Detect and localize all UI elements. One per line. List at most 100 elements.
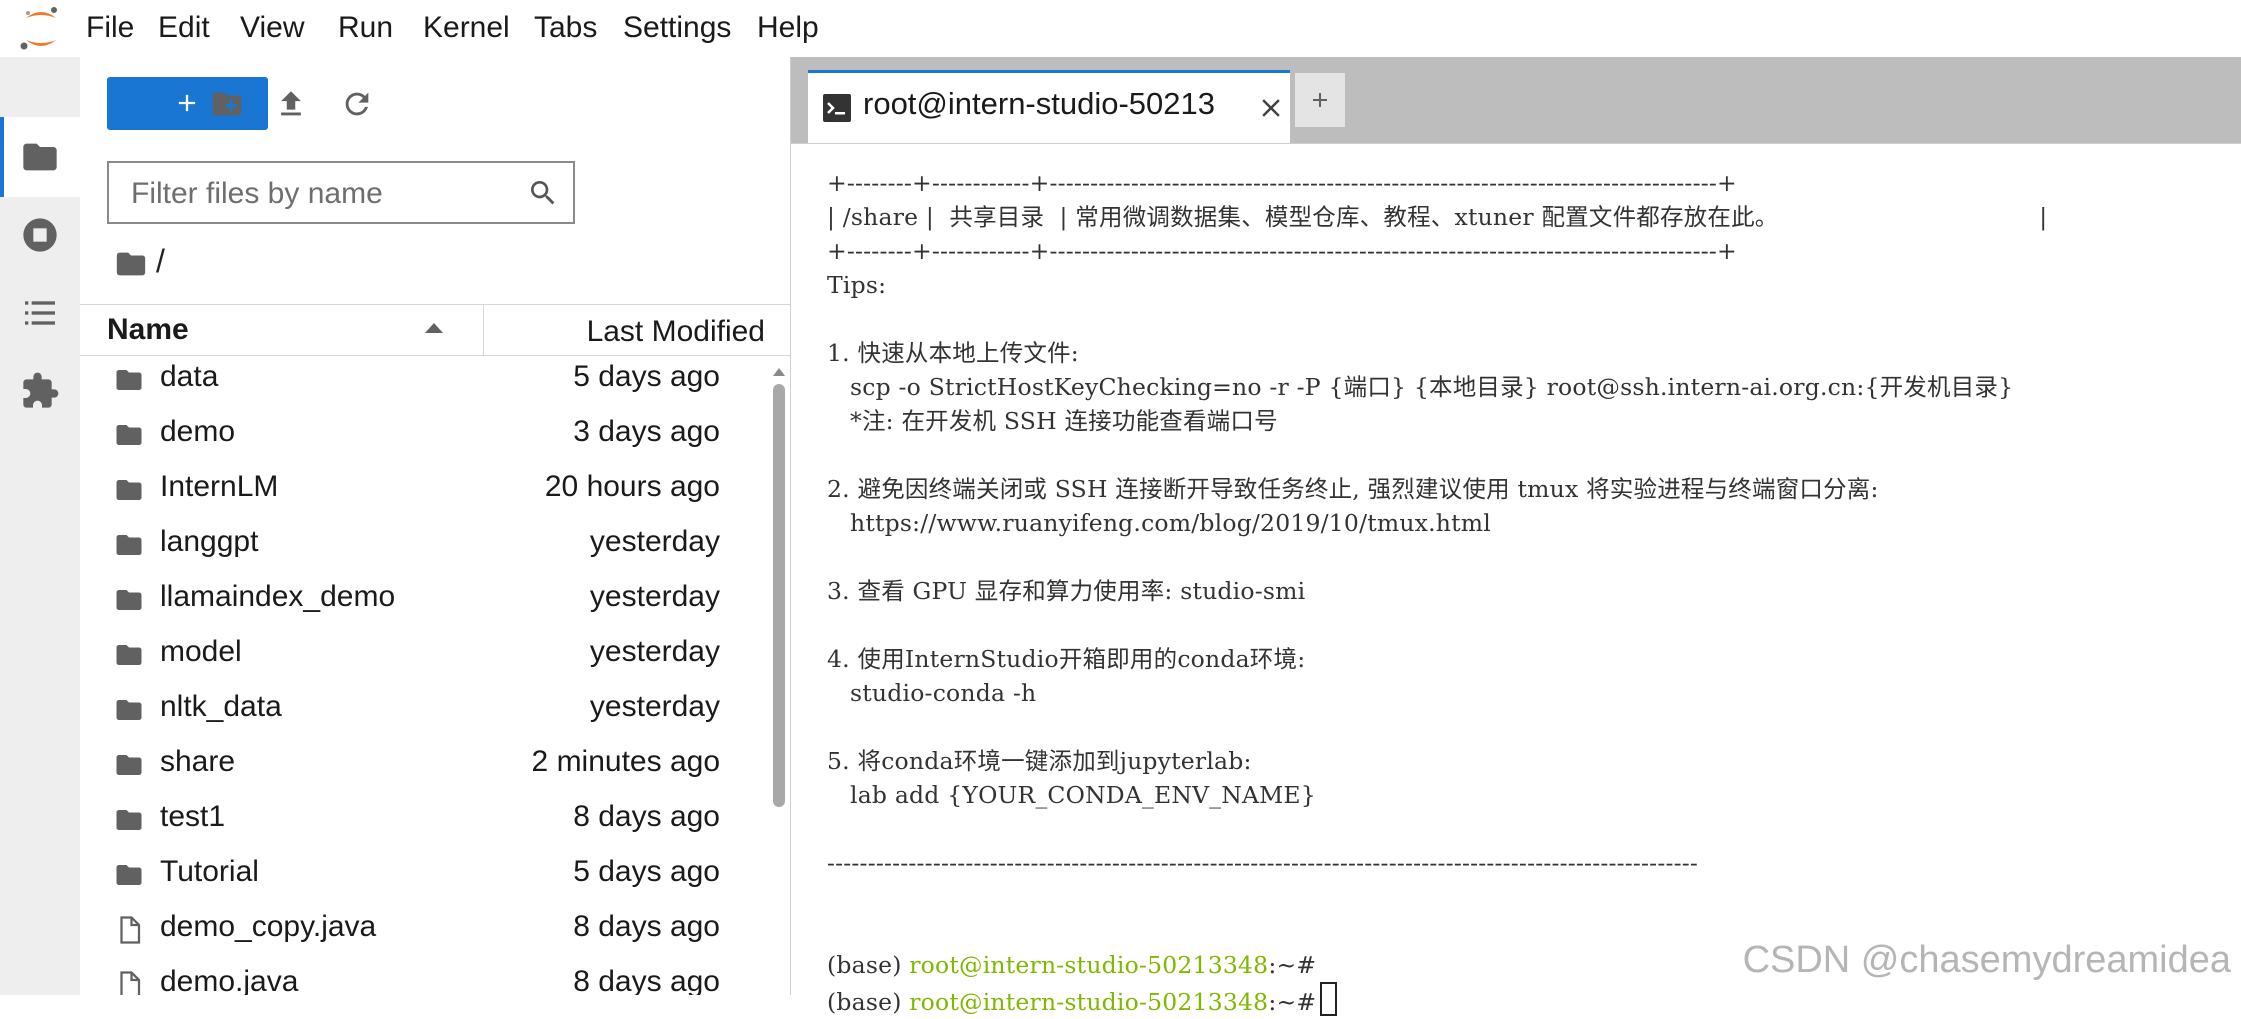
file-browser-tab[interactable] <box>0 117 80 197</box>
prompt-tail: :~# <box>1268 988 1317 1016</box>
menu-tabs[interactable]: Tabs <box>534 8 597 48</box>
scroll-up-arrow[interactable] <box>773 368 785 376</box>
terminal-icon <box>823 94 851 122</box>
list-icon <box>25 301 55 325</box>
file-name: demo_copy.java <box>160 910 377 943</box>
table-border-top: +--------+------------+-----------------… <box>827 169 1737 197</box>
file-name: langgpt <box>160 525 259 558</box>
table-of-contents-tab[interactable] <box>0 273 80 353</box>
folder-icon <box>23 143 57 171</box>
file-row[interactable]: InternLM 20 hours ago <box>80 462 770 517</box>
file-row[interactable]: data 5 days ago <box>80 356 770 407</box>
terminal-line: ----------------------------------------… <box>827 849 1699 877</box>
folder-icon <box>116 810 142 830</box>
file-row[interactable]: Tutorial 5 days ago <box>80 847 770 902</box>
listing-header: Name Last Modified <box>80 304 790 356</box>
folder-icon <box>116 370 142 390</box>
menu-edit[interactable]: Edit <box>158 8 210 48</box>
file-name: demo <box>160 415 236 448</box>
file-modified: yesterday <box>589 525 720 558</box>
file-modified: yesterday <box>589 635 720 668</box>
watermark: CSDN @chasemydreamidea <box>1742 939 2231 981</box>
folder-icon <box>116 755 142 775</box>
terminal-line: 3. 查看 GPU 显存和算力使用率: studio-smi <box>827 577 1306 605</box>
file-list: data 5 days ago demo 3 days ago InternLM 20 h… <box>80 356 770 995</box>
folder-icon <box>116 700 142 720</box>
filter-files-input[interactable] <box>129 173 523 215</box>
activity-bar <box>0 57 81 995</box>
folder-icon <box>116 480 142 500</box>
menu-view[interactable]: View <box>240 8 304 48</box>
tab-bar: root@intern-studio-50213 <box>791 57 2241 143</box>
terminal-text: +--------+------------+-----------------… <box>827 166 2047 1019</box>
terminal-cursor <box>1320 982 1338 1016</box>
prompt-line-2: (base) root@intern-studio-50213348:~# <box>827 982 1338 1016</box>
folder-icon <box>116 865 142 885</box>
file-name: data <box>160 360 219 393</box>
menu-help[interactable]: Help <box>757 8 819 48</box>
menu-file[interactable]: File <box>86 8 134 48</box>
file-row[interactable]: demo_copy.java 8 days ago <box>80 902 770 957</box>
terminal-line: *注: 在开发机 SSH 连接功能查看端口号 <box>827 407 1278 435</box>
file-row[interactable]: llamaindex_demo yesterday <box>80 572 770 627</box>
terminal-line: scp -o StrictHostKeyChecking=no -r -P {端… <box>827 373 2014 401</box>
upload-icon[interactable] <box>274 87 308 121</box>
plus-icon <box>178 94 196 112</box>
file-icon <box>120 916 141 944</box>
file-modified: 8 days ago <box>573 965 720 995</box>
share-row: | /share | 共享目录 | 常用微调数据集、模型仓库、教程、xtuner… <box>827 203 2048 231</box>
file-name: demo.java <box>160 965 299 995</box>
terminal-line: 2. 避免因终端关闭或 SSH 连接断开导致任务终止, 强烈建议使用 tmux … <box>827 475 1879 503</box>
column-header-name[interactable]: Name <box>107 313 189 347</box>
file-name: model <box>160 635 242 668</box>
sort-ascending-icon[interactable] <box>424 322 444 334</box>
prompt-env: (base) <box>827 951 910 979</box>
breadcrumb-root[interactable]: / <box>156 243 165 280</box>
file-name: InternLM <box>160 470 279 503</box>
search-icon <box>531 181 555 205</box>
file-name: share <box>160 745 236 778</box>
file-name: test1 <box>160 800 226 833</box>
jupyter-logo-icon[interactable] <box>18 4 64 54</box>
file-modified: yesterday <box>589 690 720 723</box>
file-row[interactable]: langgpt yesterday <box>80 517 770 572</box>
menu-bar: File Edit View Run Kernel Tabs Settings … <box>0 0 2241 57</box>
add-tab-button[interactable] <box>1295 73 1345 127</box>
file-row[interactable]: test1 8 days ago <box>80 792 770 847</box>
prompt-host: root@intern-studio-50213348 <box>909 988 1269 1016</box>
folder-icon <box>116 535 142 555</box>
menu-run[interactable]: Run <box>338 8 393 48</box>
file-modified: 20 hours ago <box>544 470 720 503</box>
column-header-last-modified[interactable]: Last Modified <box>587 315 765 349</box>
prompt-host: root@intern-studio-50213348 <box>909 951 1269 979</box>
new-folder-icon[interactable] <box>210 87 244 121</box>
file-modified: 8 days ago <box>573 800 720 833</box>
terminal-line: 5. 将conda环境一键添加到jupyterlab: <box>827 747 1252 775</box>
file-list-scrollbar[interactable] <box>772 364 786 995</box>
terminal-line: 4. 使用InternStudio开箱即用的conda环境: <box>827 645 1306 673</box>
column-divider[interactable] <box>483 305 484 355</box>
refresh-icon[interactable] <box>340 87 374 121</box>
terminal-output[interactable]: +--------+------------+-----------------… <box>791 143 2241 1016</box>
file-name: llamaindex_demo <box>160 580 396 613</box>
tab-terminal-label: root@intern-studio-50213 <box>863 86 1216 121</box>
menu-settings[interactable]: Settings <box>623 8 731 48</box>
terminal-line: Tips: <box>827 271 887 299</box>
tab-terminal[interactable]: root@intern-studio-50213 <box>808 70 1290 143</box>
filter-files-field[interactable] <box>107 161 575 224</box>
extensions-tab[interactable] <box>0 351 80 431</box>
puzzle-icon <box>23 372 59 408</box>
file-row[interactable]: model yesterday <box>80 627 770 682</box>
file-modified: 2 minutes ago <box>531 745 720 778</box>
scroll-thumb[interactable] <box>773 384 785 807</box>
file-row[interactable]: share 2 minutes ago <box>80 737 770 792</box>
close-icon[interactable] <box>1256 93 1286 123</box>
file-icon <box>120 971 141 995</box>
breadcrumb[interactable]: / <box>114 243 165 287</box>
file-row[interactable]: demo.java 8 days ago <box>80 957 770 995</box>
file-row[interactable]: nltk_data yesterday <box>80 682 770 737</box>
running-kernels-tab[interactable] <box>0 195 80 275</box>
file-row[interactable]: demo 3 days ago <box>80 407 770 462</box>
terminal-line: 1. 快速从本地上传文件: <box>827 339 1079 367</box>
menu-kernel[interactable]: Kernel <box>423 8 510 48</box>
